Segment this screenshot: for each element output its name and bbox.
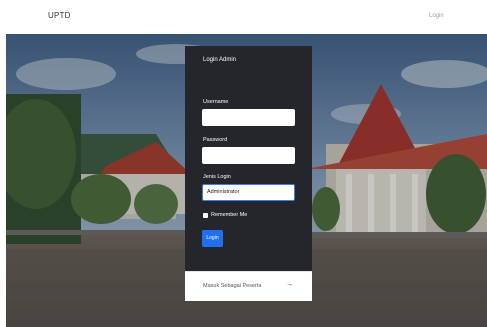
- username-label: Username: [203, 99, 229, 105]
- jenis-login-select[interactable]: Administrator: [202, 184, 295, 201]
- username-field[interactable]: [202, 109, 295, 126]
- brand-logo[interactable]: UPTD: [48, 11, 71, 20]
- arrow-right-icon: →: [286, 281, 293, 288]
- jenis-login-label: Jenis Login: [203, 174, 231, 180]
- top-navbar: UPTD Login: [0, 0, 487, 34]
- login-button[interactable]: Login: [202, 230, 223, 247]
- login-button-label: Login: [206, 235, 219, 241]
- participant-login-link[interactable]: Masuk Sebagai Peserta →: [185, 271, 312, 301]
- nav-login-link[interactable]: Login: [429, 13, 444, 19]
- password-field[interactable]: [202, 147, 295, 164]
- remember-me-checkbox[interactable]: [203, 213, 208, 218]
- password-label: Password: [203, 137, 228, 143]
- login-panel: Login Admin Username Password Jenis Logi…: [185, 46, 312, 271]
- jenis-login-value: Administrator: [207, 189, 240, 195]
- participant-login-label: Masuk Sebagai Peserta: [203, 283, 262, 289]
- panel-title: Login Admin: [203, 57, 237, 63]
- remember-me-label: Remember Me: [211, 212, 248, 218]
